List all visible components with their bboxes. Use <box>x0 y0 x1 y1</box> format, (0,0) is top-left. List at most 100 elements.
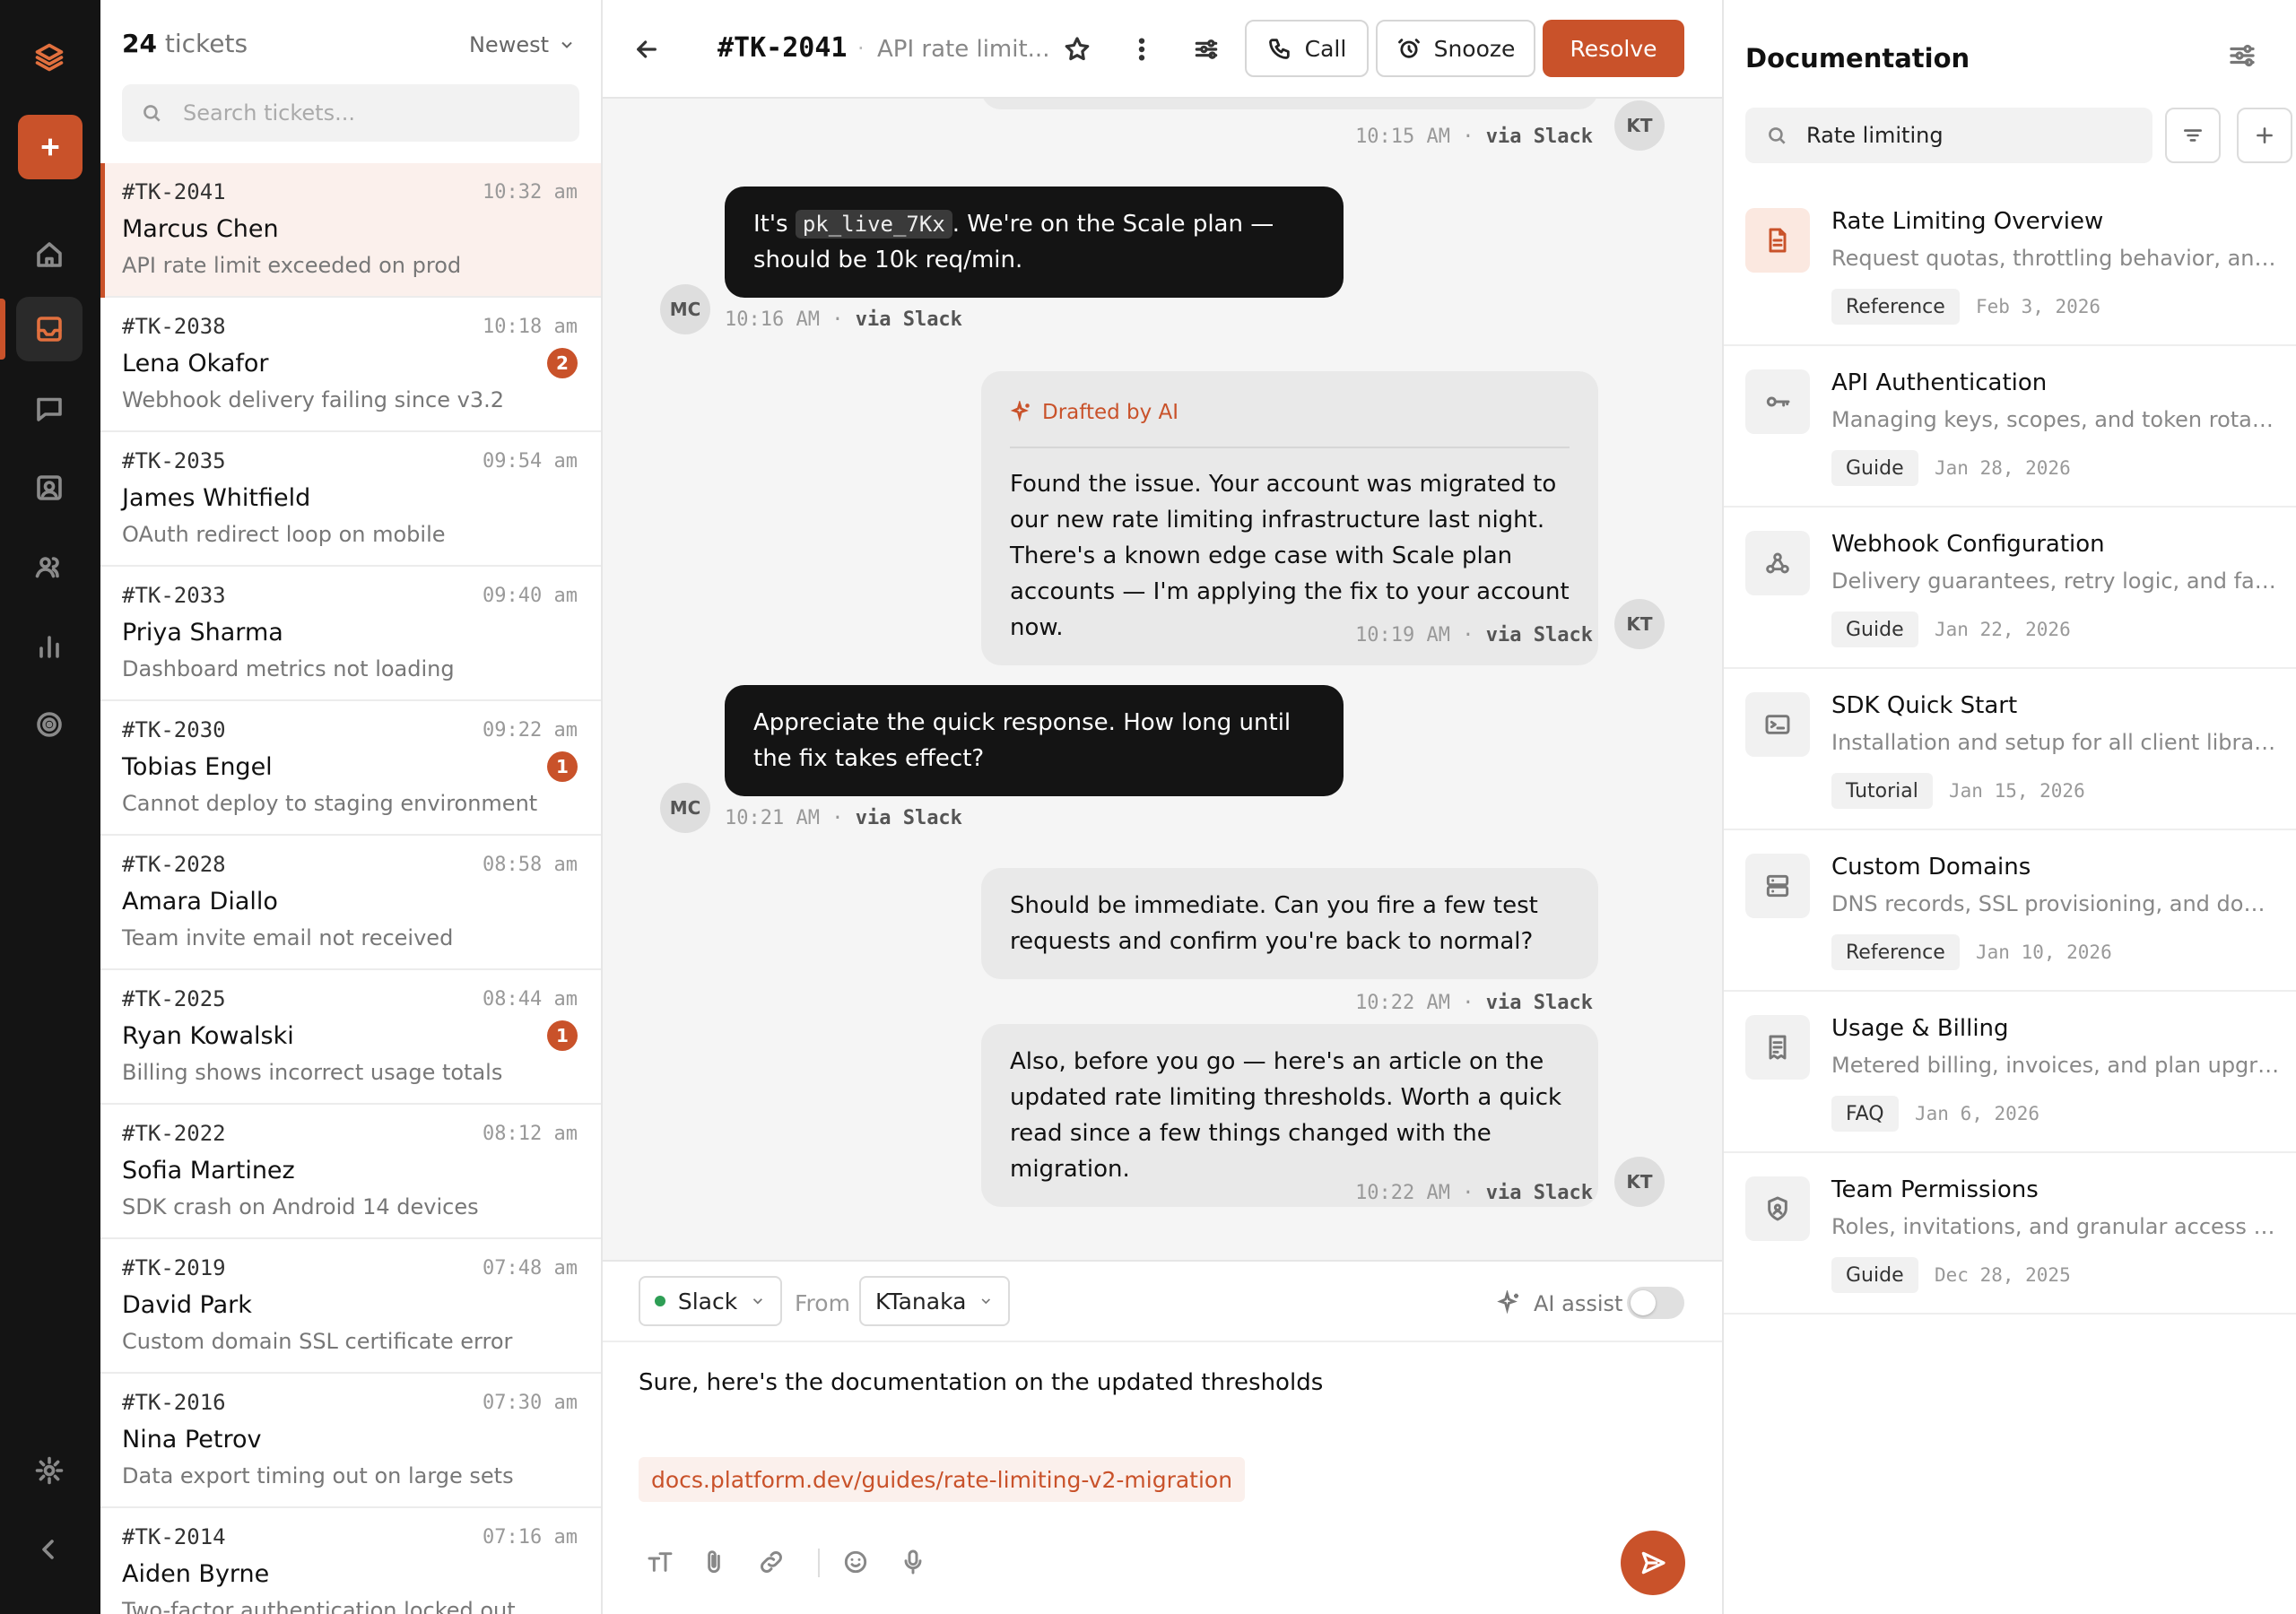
ticket-row[interactable]: #TK-2041 10:32 am Marcus Chen API rate limi… <box>100 163 601 298</box>
ai-assist-label: AI assist <box>1534 1291 1623 1316</box>
inline-code: pk_live_7Kx <box>795 210 952 239</box>
doc-item[interactable]: Team Permissions Roles, invitations, and … <box>1724 1153 2296 1315</box>
ticket-row-time: 07:30 am <box>483 1392 578 1414</box>
doc-item[interactable]: Webhook Configuration Delivery guarantees… <box>1724 508 2296 669</box>
send-button[interactable] <box>1621 1531 1685 1595</box>
ticket-row-time: 08:12 am <box>483 1123 578 1145</box>
ticket-row[interactable]: #TK-2035 09:54 am James Whitfield OAuth red… <box>100 432 601 567</box>
ticket-row[interactable]: #TK-2038 10:18 am Lena Okafor Webhook deliv… <box>100 298 601 432</box>
channel-select[interactable]: Slack <box>639 1276 782 1326</box>
doc-item[interactable]: API Authentication Managing keys, scopes,… <box>1724 346 2296 508</box>
doc-date: Feb 3, 2026 <box>1976 296 2101 317</box>
chevron-down-icon <box>981 1298 991 1305</box>
doc-icon-box <box>1745 208 1810 273</box>
sliders-icon <box>2230 44 2255 67</box>
doc-description: Managing keys, scopes, and token rotatio… <box>1831 407 2280 432</box>
ticket-row-id: #TK-2019 <box>122 1255 226 1280</box>
ticket-row-subject: SDK crash on Android 14 devices <box>122 1194 479 1219</box>
ticket-search <box>122 84 579 142</box>
ticket-row[interactable]: #TK-2019 07:48 am David Park Custom domain … <box>100 1239 601 1374</box>
ticket-row[interactable]: #TK-2022 08:12 am Sofia Martinez SDK crash … <box>100 1105 601 1239</box>
message-meta: 10:22 AM · via Slack <box>1355 992 1593 1014</box>
collapse-rail-button[interactable] <box>16 1517 83 1582</box>
sort-dropdown[interactable]: Newest <box>469 32 576 57</box>
doc-icon-box <box>1745 1176 1810 1241</box>
ticket-row-id: #TK-2038 <box>122 314 226 339</box>
snooze-button[interactable]: Snooze <box>1376 20 1535 77</box>
back-button[interactable] <box>624 27 669 72</box>
ticket-row[interactable]: #TK-2014 07:16 am Aiden Byrne Two-factor au… <box>100 1508 601 1614</box>
ticket-id: #TK-2041 <box>718 32 848 64</box>
message-bubble-agent: Should be immediate. Can you fire a few … <box>981 868 1598 979</box>
call-button[interactable]: Call <box>1245 20 1369 77</box>
link-icon <box>761 1551 782 1573</box>
new-ticket-button[interactable] <box>18 115 83 179</box>
attach-button[interactable] <box>696 1544 732 1580</box>
ticket-row-id: #TK-2016 <box>122 1390 226 1415</box>
ticket-row[interactable]: #TK-2025 08:44 am Ryan Kowalski Billing sho… <box>100 970 601 1105</box>
reply-link[interactable]: docs.platform.dev/guides/rate-limiting-v… <box>639 1457 1246 1502</box>
resolve-button[interactable]: Resolve <box>1543 20 1684 77</box>
from-select[interactable]: KTanaka <box>859 1276 1010 1326</box>
docs-settings-button[interactable] <box>2226 39 2258 75</box>
plus-icon <box>41 138 59 156</box>
nav-team-button[interactable] <box>16 534 83 599</box>
doc-description: Delivery guarantees, retry logic, and fa… <box>1831 568 2280 594</box>
meta-separator: · <box>1462 624 1474 646</box>
doc-date: Jan 22, 2026 <box>1935 619 2071 640</box>
more-button[interactable] <box>1119 27 1164 72</box>
message-bubble-partial <box>981 99 1598 109</box>
from-value: KTanaka <box>875 1288 967 1315</box>
meta-separator: · <box>831 807 844 829</box>
doc-tag: FAQ <box>1831 1096 1899 1132</box>
emoji-button[interactable] <box>838 1544 874 1580</box>
reply-text-input[interactable]: Sure, here's the documentation on the up… <box>639 1369 1323 1396</box>
voice-button[interactable] <box>895 1544 931 1580</box>
ticket-items: #TK-2041 10:32 am Marcus Chen API rate limi… <box>100 163 601 1614</box>
send-icon <box>1641 1551 1665 1575</box>
ticket-row-name: Sofia Martinez <box>122 1157 295 1184</box>
docs-search <box>1745 108 2152 163</box>
toolbar-divider <box>818 1549 820 1577</box>
nav-home-button[interactable] <box>16 222 83 287</box>
target-icon <box>37 712 62 737</box>
ticket-row[interactable]: #TK-2030 09:22 am Tobias Engel Cannot deplo… <box>100 701 601 836</box>
doc-title: SDK Quick Start <box>1831 692 2018 719</box>
filter-icon <box>2184 129 2202 142</box>
link-button[interactable] <box>753 1544 789 1580</box>
ticket-row[interactable]: #TK-2033 09:40 am Priya Sharma Dashboard me… <box>100 567 601 701</box>
docs-filter-button[interactable] <box>2165 108 2221 163</box>
ticket-row-time: 09:54 am <box>483 450 578 473</box>
from-label: From <box>795 1290 850 1316</box>
nav-chat-button[interactable] <box>16 377 83 441</box>
logo-layers-icon[interactable] <box>16 25 83 90</box>
ticket-row-name: James Whitfield <box>122 484 311 512</box>
ticket-row[interactable]: #TK-2028 08:58 am Amara Diallo Team invite … <box>100 836 601 970</box>
ai-draft-text: Drafted by AI <box>1042 401 1179 424</box>
format-text-button[interactable] <box>642 1544 678 1580</box>
nav-goals-button[interactable] <box>16 692 83 757</box>
sparkle-icon <box>1497 1290 1518 1315</box>
star-button[interactable] <box>1055 27 1100 72</box>
ticket-search-input[interactable] <box>183 100 542 126</box>
docs-add-button[interactable] <box>2237 108 2292 163</box>
nav-inbox-button[interactable] <box>16 297 83 361</box>
doc-title: Custom Domains <box>1831 854 2031 881</box>
nav-contacts-button[interactable] <box>16 456 83 520</box>
ticket-row-name: Ryan Kowalski <box>122 1022 294 1050</box>
message-channel: via Slack <box>1485 992 1593 1014</box>
doc-item[interactable]: Rate Limiting Overview Request quotas, th… <box>1724 185 2296 346</box>
nav-settings-button[interactable] <box>16 1438 83 1503</box>
ai-assist-toggle[interactable] <box>1627 1287 1684 1319</box>
docs-search-input[interactable] <box>1806 123 2129 148</box>
doc-icon-box <box>1745 531 1810 595</box>
ticket-row[interactable]: #TK-2016 07:30 am Nina Petrov Data export t… <box>100 1374 601 1508</box>
nav-reports-button[interactable] <box>16 613 83 678</box>
doc-item[interactable]: Usage & Billing Metered billing, invoices… <box>1724 992 2296 1153</box>
adjust-button[interactable] <box>1184 27 1229 72</box>
message-bubble-agent: Also, before you go — here's an article … <box>981 1024 1598 1207</box>
doc-item[interactable]: Custom Domains DNS records, SSL provision… <box>1724 830 2296 992</box>
doc-tag: Guide <box>1831 450 1918 486</box>
ticket-row-subject: API rate limit exceeded on prod <box>122 253 462 278</box>
doc-item[interactable]: SDK Quick Start Installation and setup fo… <box>1724 669 2296 830</box>
